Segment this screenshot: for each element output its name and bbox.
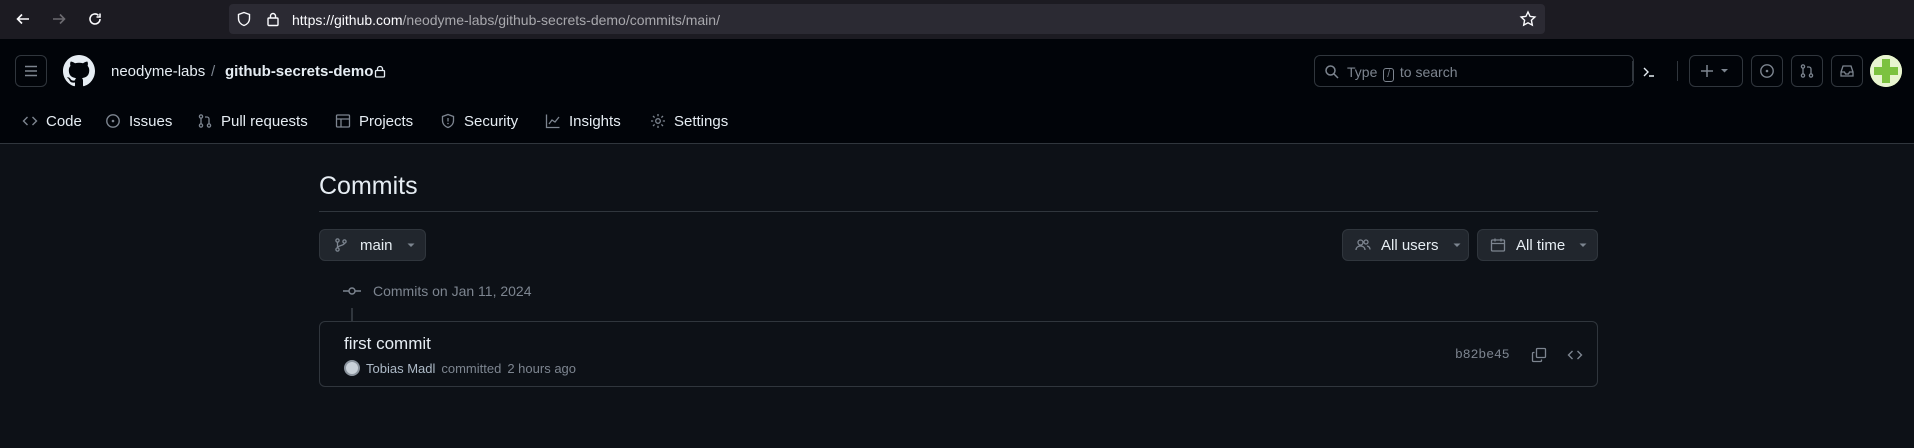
tab-label: Insights <box>569 112 621 130</box>
header-divider <box>1677 61 1678 81</box>
commit-author[interactable]: Tobias Madl <box>366 361 435 376</box>
pull-requests-button[interactable] <box>1791 55 1823 87</box>
time-filter-label: All time <box>1516 236 1566 254</box>
caret-down-icon <box>1579 243 1587 247</box>
caret-down-icon <box>407 243 415 247</box>
caret-down-icon <box>1453 243 1461 247</box>
code-icon <box>22 116 38 126</box>
commit-list-item: first commit Tobias Madl committed 2 hou… <box>319 321 1598 387</box>
tab-label: Issues <box>129 112 173 130</box>
reload-icon[interactable] <box>84 8 106 30</box>
graph-icon <box>545 114 560 129</box>
copy-sha-button[interactable] <box>1527 343 1551 367</box>
git-commit-icon <box>343 287 361 295</box>
forward-icon[interactable] <box>48 8 70 30</box>
time-filter-button[interactable]: All time <box>1477 229 1598 261</box>
tab-pull-requests[interactable]: Pull requests <box>197 105 308 137</box>
pull-request-icon <box>198 114 212 128</box>
url-path: /neodyme-labs/github-secrets-demo/commit… <box>402 12 720 28</box>
menu-button[interactable] <box>15 55 47 87</box>
bookmark-star-icon[interactable] <box>1519 10 1537 28</box>
tracking-shield-icon[interactable] <box>236 11 252 27</box>
url-text: https://github.com/neodyme-labs/github-s… <box>292 12 720 28</box>
commit-message-link[interactable]: first commit <box>344 334 431 354</box>
calendar-icon <box>1490 238 1506 252</box>
people-icon <box>1355 239 1371 251</box>
url-host: https://github.com <box>292 12 403 28</box>
tab-insights[interactable]: Insights <box>545 105 621 137</box>
commit-date-heading: Commits on Jan 11, 2024 <box>373 283 532 299</box>
command-palette-icon[interactable] <box>1641 64 1657 80</box>
users-filter-label: All users <box>1381 236 1439 254</box>
issue-icon <box>106 114 120 128</box>
back-icon[interactable] <box>12 8 34 30</box>
git-branch-icon <box>335 238 347 252</box>
tab-label: Security <box>464 112 519 130</box>
timeline-line <box>351 308 353 322</box>
breadcrumb-separator: / <box>211 63 216 80</box>
tab-code[interactable]: Code <box>22 105 82 137</box>
pull-request-icon <box>1800 64 1814 78</box>
commit-meta: Tobias Madl committed 2 hours ago <box>344 360 576 376</box>
inbox-icon <box>1840 65 1854 77</box>
search-placeholder: Type / to search <box>1347 64 1458 82</box>
users-filter-button[interactable]: All users <box>1342 229 1469 261</box>
issue-icon <box>1760 64 1774 78</box>
inbox-button[interactable] <box>1831 55 1863 87</box>
identicon-icon <box>1870 55 1902 87</box>
tab-label: Pull requests <box>221 112 308 130</box>
github-header: neodyme-labs / github-secrets-demo Type … <box>0 39 1914 144</box>
tab-issues[interactable]: Issues <box>105 105 172 137</box>
browser-toolbar: https://github.com/neodyme-labs/github-s… <box>0 0 1914 39</box>
branch-select-button[interactable]: main <box>319 229 426 261</box>
commit-time: 2 hours ago <box>507 360 577 376</box>
issues-button[interactable] <box>1751 55 1783 87</box>
commit-date-group: Commits on Jan 11, 2024 <box>343 283 532 299</box>
github-logo-icon[interactable] <box>63 55 95 87</box>
commit-sha-link[interactable]: b82be45 <box>1455 347 1510 362</box>
plus-icon <box>1701 65 1728 77</box>
commit-action: committed <box>441 360 502 376</box>
author-avatar[interactable] <box>344 360 360 376</box>
create-new-button[interactable] <box>1689 55 1743 87</box>
lock-icon[interactable] <box>265 11 281 27</box>
title-divider <box>319 211 1598 212</box>
tab-label: Code <box>46 112 82 130</box>
breadcrumb-owner[interactable]: neodyme-labs <box>111 63 205 80</box>
user-avatar[interactable] <box>1870 55 1902 87</box>
gear-icon <box>651 114 665 128</box>
search-icon <box>1325 65 1339 79</box>
tab-label: Settings <box>674 112 729 130</box>
page-title: Commits <box>319 172 418 200</box>
search-input[interactable]: Type / to search <box>1314 55 1654 87</box>
shield-icon <box>441 113 455 129</box>
search-suffix: to search <box>1399 64 1458 80</box>
tab-security[interactable]: Security <box>440 105 518 137</box>
address-bar[interactable]: https://github.com/neodyme-labs/github-s… <box>229 4 1545 34</box>
copy-icon <box>1531 347 1547 363</box>
hamburger-icon <box>25 65 37 77</box>
breadcrumb-repo[interactable]: github-secrets-demo <box>225 63 373 80</box>
code-icon <box>1567 350 1583 360</box>
tab-settings[interactable]: Settings <box>650 105 728 137</box>
tab-label: Projects <box>359 112 414 130</box>
tab-projects[interactable]: Projects <box>335 105 413 137</box>
slash-key: / <box>1383 68 1395 82</box>
table-icon <box>335 114 351 128</box>
browse-repo-button[interactable] <box>1563 343 1587 367</box>
search-prefix: Type <box>1347 64 1378 80</box>
private-lock-icon <box>374 65 386 78</box>
branch-label: main <box>360 236 393 254</box>
